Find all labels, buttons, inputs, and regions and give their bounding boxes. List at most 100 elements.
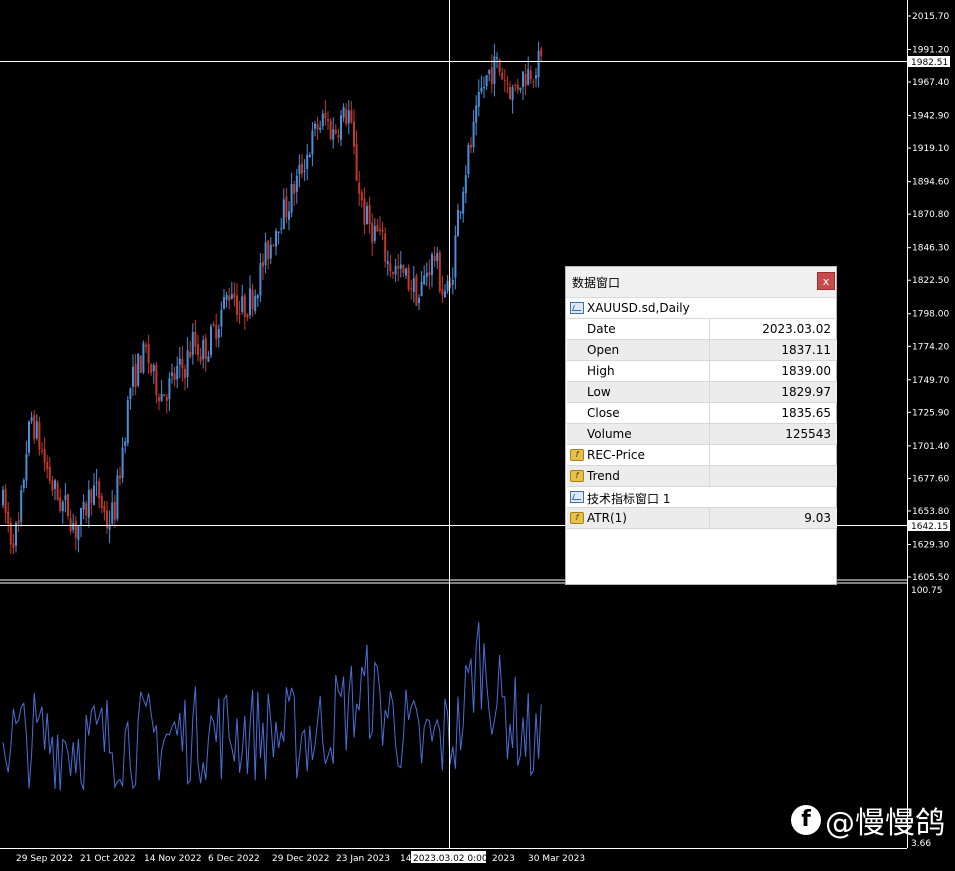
candle-body <box>15 522 17 546</box>
candle-body <box>418 298 420 303</box>
candle-body <box>202 340 205 360</box>
data-window[interactable]: 数据窗口 x XAUUSD.sd,Daily Date 2023.03.02 Op… <box>565 266 837 585</box>
candle-body <box>28 421 30 453</box>
candle-body <box>332 129 335 140</box>
candle-body <box>256 295 259 299</box>
candle-body <box>360 192 363 201</box>
candle-body <box>347 110 350 124</box>
row-value: 9.03 <box>804 511 831 525</box>
candle-body <box>108 524 111 530</box>
price-axis-label: 1846.30 <box>912 244 949 254</box>
price-axis-label: 2015.70 <box>912 12 949 22</box>
candle-body <box>137 353 140 386</box>
candle-body <box>293 184 296 194</box>
candle-body <box>184 369 186 379</box>
data-window-title: 数据窗口 <box>572 276 621 290</box>
candle-body <box>124 441 127 447</box>
candlestick-series <box>2 41 543 555</box>
candle-body <box>48 466 51 481</box>
candle-body <box>410 288 413 290</box>
candle-body <box>503 80 506 82</box>
candle-body <box>519 87 522 91</box>
candle-body <box>288 211 290 220</box>
candle-body <box>363 198 366 225</box>
row-value: 1837.11 <box>781 343 831 357</box>
candle-body <box>438 252 441 292</box>
data-row-low: Low 1829.97 <box>567 382 837 403</box>
indicator-row-rec-price: f REC-Price <box>567 445 837 466</box>
candle-body <box>493 56 496 84</box>
candle-body <box>327 118 329 122</box>
candle-body <box>415 275 418 306</box>
candle-body <box>399 264 402 269</box>
close-button[interactable]: x <box>817 272 835 290</box>
price-axis-label: 1991.20 <box>912 46 949 56</box>
data-window-titlebar[interactable]: 数据窗口 x <box>566 267 836 298</box>
candle-body <box>485 75 488 87</box>
candle-body <box>251 290 254 310</box>
crosshair-date-tag: 2023.03.02 0:00 <box>411 851 488 864</box>
candle-body <box>428 272 431 276</box>
candle-body <box>345 109 348 124</box>
candle-body <box>275 230 277 247</box>
candle-body <box>433 256 436 261</box>
row-label: Low <box>587 385 611 399</box>
subwindow-header-label: 技术指标窗口 1 <box>587 492 671 506</box>
candle-body <box>223 297 225 309</box>
candle-body <box>103 505 106 513</box>
indicator-axis-top-label: 100.75 <box>911 586 943 596</box>
candle-body <box>308 154 311 158</box>
data-row-close: Close 1835.65 <box>567 403 837 424</box>
candle-body <box>51 480 54 491</box>
candle-body <box>412 278 415 293</box>
candle-body <box>254 295 257 312</box>
candle-body <box>210 326 212 356</box>
candle-body <box>41 450 43 452</box>
watermark-text: @慢慢鸽 <box>825 806 945 841</box>
candle-body <box>459 211 462 213</box>
candle-body <box>386 261 389 265</box>
candle-body <box>262 261 264 267</box>
candle-body <box>30 417 33 422</box>
candle-body <box>420 281 423 297</box>
candle-body <box>220 309 223 327</box>
price-axis-label: 1774.20 <box>912 342 949 352</box>
candle-body <box>529 70 532 80</box>
candle-body <box>35 421 38 439</box>
candle-body <box>82 502 85 510</box>
candle-body <box>371 222 374 243</box>
row-value: 2023.03.02 <box>762 322 831 336</box>
candle-body <box>186 350 189 378</box>
candle-body <box>464 175 467 194</box>
candle-body <box>514 85 517 87</box>
price-axis-label: 1629.30 <box>912 540 949 550</box>
candle-body <box>236 295 238 315</box>
candle-body <box>95 482 98 484</box>
candle-body <box>191 332 194 355</box>
row-label: Close <box>587 406 620 420</box>
candle-body <box>425 272 428 277</box>
candle-body <box>165 396 168 401</box>
candle-body <box>368 204 371 224</box>
price-axis-label: 1919.10 <box>912 144 949 154</box>
candle-body <box>314 123 316 129</box>
row-value: 1835.65 <box>781 406 831 420</box>
candle-body <box>17 520 20 525</box>
atr-line-series <box>2 622 542 791</box>
row-label: Trend <box>587 469 620 483</box>
candle-body <box>392 272 394 275</box>
candle-body <box>431 254 433 276</box>
candle-body <box>197 344 199 356</box>
candle-body <box>215 324 218 340</box>
candle-body <box>467 145 470 175</box>
candle-body <box>535 75 537 79</box>
candle-body <box>259 262 262 296</box>
candle-body <box>4 488 7 513</box>
candle-body <box>402 265 405 273</box>
candle-body <box>25 453 28 481</box>
candle-body <box>454 235 457 278</box>
candle-body <box>280 228 283 230</box>
price-axis-label: 1701.40 <box>912 442 949 452</box>
candle-body <box>80 507 82 525</box>
candle-body <box>152 365 155 372</box>
